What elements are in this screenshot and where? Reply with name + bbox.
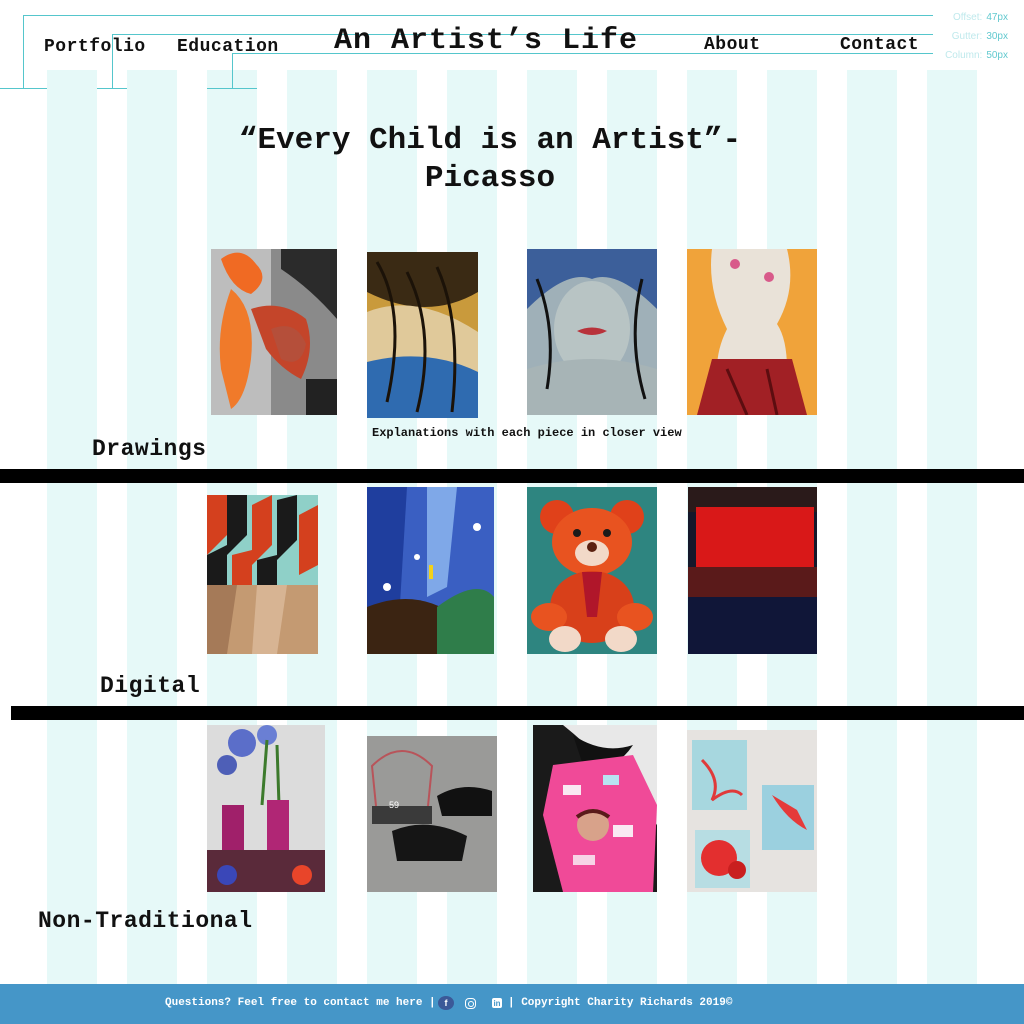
nav-portfolio-link[interactable]: Portfolio	[44, 37, 146, 57]
facebook-icon[interactable]: f	[438, 996, 454, 1010]
grid-info: Offset: 47px Gutter: 30px Column: 50px	[945, 8, 1008, 65]
column-value: 50px	[986, 50, 1008, 61]
artwork-nontraditional-shoes-cage[interactable]: 59	[367, 736, 497, 892]
artwork-nontraditional-flowers[interactable]	[207, 725, 325, 892]
grid-column	[127, 70, 177, 984]
gutter-label: Gutter:	[951, 31, 983, 42]
nav-education-link[interactable]: Education	[177, 37, 279, 57]
artwork-drawing-face[interactable]	[527, 249, 657, 415]
page-quote: “Every Child is an Artist”- Picasso	[238, 123, 742, 196]
offset-guide-line	[23, 15, 24, 89]
artwork-caption: Explanations with each piece in closer v…	[372, 426, 682, 440]
footer-copyright-text: | Copyright Charity Richards 2019©	[508, 997, 733, 1009]
artwork-drawing-torso[interactable]	[687, 249, 817, 415]
offset-label: Offset:	[953, 12, 983, 23]
nav-about-link[interactable]: About	[704, 35, 761, 55]
grid-column	[927, 70, 977, 984]
section-drawings-title: Drawings	[92, 436, 207, 462]
artwork-nontraditional-collage[interactable]	[533, 725, 657, 892]
section-divider	[11, 706, 1024, 720]
column-guide-line	[207, 88, 257, 89]
page-footer: Questions? Feel free to contact me here …	[0, 984, 1024, 1024]
gutter-value: 30px	[986, 31, 1008, 42]
svg-text:59: 59	[389, 800, 399, 810]
grid-column	[47, 70, 97, 984]
nav-contact-link[interactable]: Contact	[840, 35, 919, 55]
footer-contact-text[interactable]: Questions? Feel free to contact me here …	[165, 997, 436, 1009]
artwork-nontraditional-wall-pieces[interactable]	[687, 730, 817, 892]
artwork-drawing-fire-figure[interactable]	[211, 249, 337, 415]
column-guide-line	[232, 53, 233, 89]
instagram-icon[interactable]	[465, 998, 476, 1009]
instagram-lens-icon	[467, 1000, 474, 1007]
artwork-digital-night-sky[interactable]	[367, 487, 494, 654]
offset-value: 47px	[986, 12, 1008, 23]
section-divider	[0, 469, 1024, 483]
artwork-digital-teddy-bear[interactable]	[527, 487, 657, 654]
offset-guide-line	[0, 88, 47, 89]
artwork-drawing-hair[interactable]	[367, 252, 478, 418]
column-label: Column:	[945, 50, 983, 61]
gutter-guide-line	[97, 88, 127, 89]
offset-guide-line	[23, 15, 933, 16]
grid-column	[847, 70, 897, 984]
site-title[interactable]: An Artist’s Life	[334, 24, 638, 58]
artwork-digital-red-abstract[interactable]	[688, 487, 817, 654]
linkedin-icon[interactable]: in	[492, 998, 502, 1008]
section-non-traditional-title: Non-Traditional	[38, 908, 253, 934]
artwork-digital-geometric[interactable]	[207, 495, 318, 654]
section-digital-title: Digital	[100, 673, 201, 699]
